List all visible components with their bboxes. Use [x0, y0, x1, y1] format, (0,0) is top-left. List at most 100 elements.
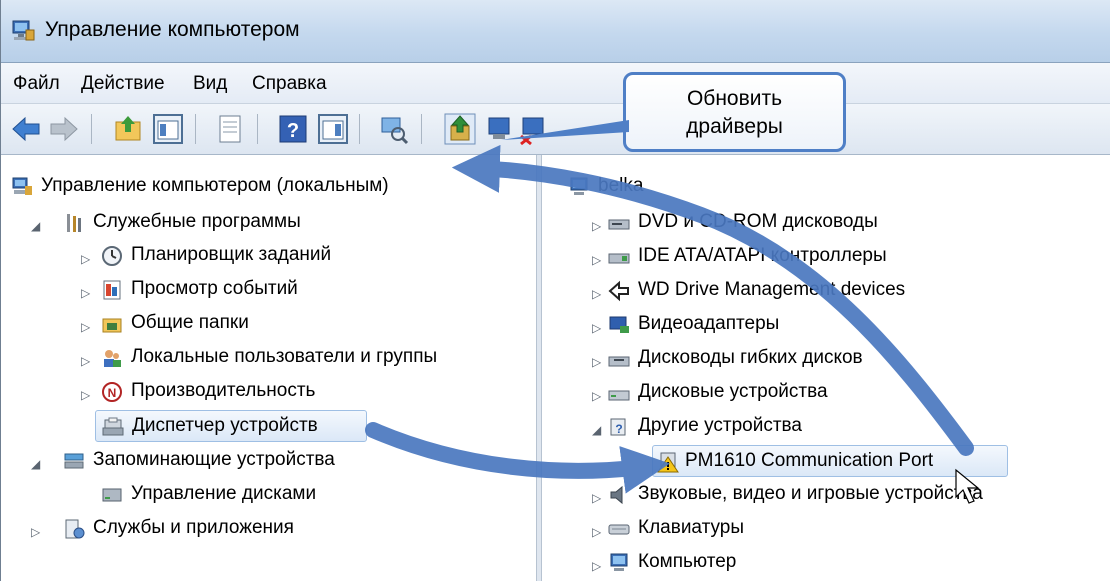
ide-controller-icon [608, 253, 630, 264]
collapsed-arrow-icon[interactable]: ▷ [592, 219, 601, 233]
back-arrow-icon[interactable] [9, 112, 43, 146]
collapsed-arrow-icon[interactable]: ▷ [81, 286, 90, 300]
services-icon [65, 519, 85, 539]
tree-item-system-tools[interactable]: Служебные программы [63, 207, 523, 237]
toolbar-separator [257, 114, 258, 144]
collapsed-arrow-icon[interactable]: ▷ [592, 287, 601, 301]
keyboard-icon [608, 524, 630, 535]
tree-item-label: Просмотр событий [131, 278, 298, 299]
collapsed-arrow-icon[interactable]: ▷ [592, 321, 601, 335]
collapsed-arrow-icon[interactable]: ▷ [592, 525, 601, 539]
menu-view[interactable]: Вид [193, 73, 227, 95]
computer-icon [610, 553, 628, 571]
collapsed-arrow-icon[interactable]: ▷ [81, 320, 90, 334]
device-manager-icon [102, 417, 124, 436]
collapsed-arrow-icon[interactable]: ▷ [81, 354, 90, 368]
help-icon[interactable]: ? [276, 112, 310, 146]
tree-item-services-applications[interactable]: Службы и приложения [63, 513, 523, 543]
shared-folder-icon [102, 318, 122, 333]
device-pm1610-communication-port[interactable]: PM1610 Communication Port [652, 445, 1008, 477]
device-label: Клавиатуры [638, 517, 745, 538]
tree-item-label: Службы и приложения [93, 517, 294, 538]
collapsed-arrow-icon[interactable]: ▷ [31, 525, 40, 539]
tools-icon [67, 214, 81, 232]
expanded-arrow-icon[interactable]: ◢ [592, 423, 601, 437]
forward-arrow-icon[interactable] [47, 112, 81, 146]
computer-management-icon [12, 20, 35, 41]
device-category-computer[interactable]: Компьютер [608, 547, 1088, 577]
toolbar-separator [195, 114, 196, 144]
disable-device-icon[interactable] [483, 112, 517, 146]
users-icon [104, 350, 121, 367]
collapsed-arrow-icon[interactable]: ▷ [81, 388, 90, 402]
svg-text:?: ? [615, 422, 622, 436]
collapsed-arrow-icon[interactable]: ▷ [81, 252, 90, 266]
display-adapter-icon [609, 316, 629, 333]
svg-text:N: N [108, 386, 117, 400]
title-bar: Управление компьютером [1, 0, 1110, 63]
disk-drive-icon [608, 390, 630, 401]
device-label: Дисковые устройства [638, 381, 828, 402]
collapsed-arrow-icon[interactable]: ▷ [592, 389, 601, 403]
computer-icon [570, 177, 588, 195]
device-category-keyboards[interactable]: Клавиатуры [608, 513, 1088, 543]
collapsed-arrow-icon[interactable]: ▷ [592, 355, 601, 369]
device-category-wd[interactable]: WD Drive Management devices [608, 275, 1088, 305]
tree-item-label: Служебные программы [93, 211, 301, 232]
device-category-display[interactable]: Видеоадаптеры [608, 309, 1088, 339]
device-category-dvd[interactable]: DVD и CD-ROM дисководы [608, 207, 1088, 237]
device-label: Видеоадаптеры [638, 313, 780, 334]
device-label: DVD и CD-ROM дисководы [638, 211, 878, 232]
tree-item-label: Управление компьютером (локальным) [41, 175, 389, 196]
disk-management-icon [102, 488, 122, 502]
expanded-arrow-icon[interactable]: ◢ [31, 219, 40, 233]
clock-icon [102, 246, 122, 266]
computer-management-window: Управление компьютером Файл Действие Вид… [0, 0, 1110, 581]
properties-icon[interactable] [213, 112, 247, 146]
tree-item-label: Производительность [131, 380, 316, 401]
tree-item-task-scheduler[interactable]: Планировщик заданий [101, 240, 521, 270]
device-category-sound[interactable]: Звуковые, видео и игровые устройства [608, 479, 1108, 509]
device-category-floppy[interactable]: Дисководы гибких дисков [608, 343, 1088, 373]
floppy-drive-icon [608, 356, 630, 367]
device-category-other[interactable]: ? Другие устройства [608, 411, 1088, 441]
device-label: WD Drive Management devices [638, 279, 906, 300]
tree-item-label: Диспетчер устройств [132, 415, 318, 436]
show-hide-action-pane-icon[interactable] [316, 112, 350, 146]
device-category-ide[interactable]: IDE ATA/ATAPI контроллеры [608, 241, 1088, 271]
tree-item-label: Запоминающие устройства [93, 449, 335, 470]
other-devices-icon: ? [610, 418, 626, 436]
warning-device-icon [657, 452, 679, 473]
menu-file[interactable]: Файл [13, 73, 60, 95]
update-driver-icon[interactable] [443, 112, 477, 146]
tree-item-label: Управление дисками [131, 483, 317, 504]
tree-item-shared-folders[interactable]: Общие папки [101, 308, 521, 338]
expanded-arrow-icon[interactable]: ◢ [31, 457, 40, 471]
collapsed-arrow-icon[interactable]: ▷ [592, 559, 601, 573]
menu-action[interactable]: Действие [81, 73, 165, 95]
tree-item-disk-management[interactable]: Управление дисками [101, 479, 521, 509]
show-hide-tree-icon[interactable] [151, 112, 185, 146]
tree-item-device-manager[interactable]: Диспетчер устройств [95, 410, 367, 442]
scan-hardware-icon[interactable] [376, 112, 410, 146]
tree-item-storage[interactable]: Запоминающие устройства [63, 445, 523, 475]
wd-device-icon [608, 280, 629, 302]
storage-icon [64, 453, 84, 469]
collapsed-arrow-icon[interactable]: ▷ [592, 491, 601, 505]
device-category-disk[interactable]: Дисковые устройства [608, 377, 1088, 407]
up-folder-icon[interactable] [111, 112, 145, 146]
device-label: PM1610 Communication Port [685, 450, 934, 471]
toolbar-separator [359, 114, 360, 144]
tree-item-local-users[interactable]: Локальные пользователи и группы [101, 342, 521, 372]
event-viewer-icon [103, 280, 121, 300]
device-label: Звуковые, видео и игровые устройства [638, 483, 983, 504]
menu-help[interactable]: Справка [252, 73, 327, 95]
device-node-computer[interactable]: belka [568, 171, 868, 201]
toolbar-separator [91, 114, 92, 144]
collapsed-arrow-icon[interactable]: ▷ [592, 253, 601, 267]
uninstall-device-icon[interactable] [517, 112, 551, 146]
tree-item-computer-management[interactable]: Управление компьютером (локальным) [11, 171, 531, 201]
device-label: Дисководы гибких дисков [638, 347, 863, 368]
tree-item-performance[interactable]: N Производительность [101, 376, 521, 406]
tree-item-event-viewer[interactable]: Просмотр событий [101, 274, 521, 304]
